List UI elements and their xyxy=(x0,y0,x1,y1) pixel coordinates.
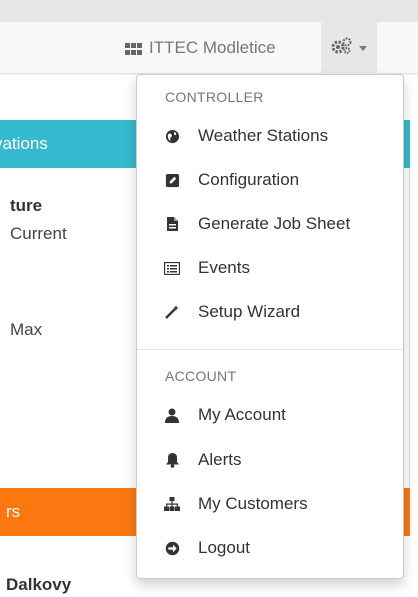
bell-icon xyxy=(164,452,180,468)
menu-item-logout[interactable]: Logout xyxy=(137,528,403,568)
menu-item-setup-wizard[interactable]: Setup Wizard xyxy=(137,292,403,332)
menu-item-label: Logout xyxy=(198,538,250,557)
menu-item-label: Configuration xyxy=(198,170,300,189)
settings-dropdown-toggle[interactable] xyxy=(321,22,377,74)
menu-item-label: Weather Stations xyxy=(198,126,329,145)
menu-item-alerts[interactable]: Alerts xyxy=(137,440,403,480)
menu-item-label: Events xyxy=(198,258,250,277)
max-label: Max xyxy=(10,320,43,339)
menu-divider xyxy=(137,349,403,350)
settings-dropdown-menu: CONTROLLER Weather Stations Configuratio… xyxy=(136,74,404,579)
top-navbar: ITTEC Modletice xyxy=(0,22,418,74)
browser-top-strip xyxy=(0,0,418,22)
menu-item-label: Setup Wizard xyxy=(198,302,301,321)
list-icon xyxy=(164,260,180,276)
menu-item-label: Alerts xyxy=(198,450,242,469)
magic-wand-icon xyxy=(164,304,180,320)
menu-item-events[interactable]: Events xyxy=(137,248,403,288)
file-icon xyxy=(164,216,180,232)
controller-header: CONTROLLER xyxy=(165,89,264,105)
menu-item-label: Generate Job Sheet xyxy=(198,214,351,233)
gears-icon xyxy=(331,37,353,60)
menu-item-configuration[interactable]: Configuration xyxy=(137,160,403,200)
user-icon xyxy=(164,407,180,423)
menu-item-weather-stations[interactable]: Weather Stations xyxy=(137,116,403,156)
globe-icon xyxy=(164,128,180,144)
observation-label: ture xyxy=(10,196,43,215)
menu-item-label: My Account xyxy=(198,405,286,424)
menu-item-my-account[interactable]: My Account xyxy=(137,395,403,435)
chevron-down-icon xyxy=(359,45,367,51)
brand-text: ITTEC Modletice xyxy=(149,38,276,57)
panel-item-name: Dalkovy xyxy=(6,575,72,594)
account-header: ACCOUNT xyxy=(165,368,237,384)
edit-icon xyxy=(164,172,180,188)
sitemap-icon xyxy=(164,496,180,512)
grid-icon xyxy=(124,41,144,55)
menu-item-my-customers[interactable]: My Customers xyxy=(137,484,403,524)
current-label: Current xyxy=(10,224,67,243)
logout-icon xyxy=(164,540,180,556)
brand-link[interactable]: ITTEC Modletice xyxy=(124,38,276,58)
menu-item-label: My Customers xyxy=(198,494,308,513)
menu-item-generate-job-sheet[interactable]: Generate Job Sheet xyxy=(137,204,403,244)
